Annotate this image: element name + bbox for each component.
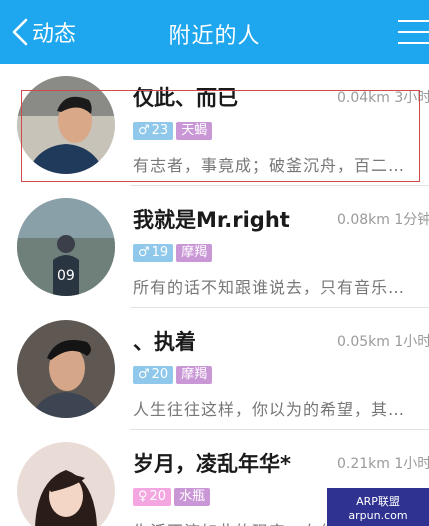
selection-highlight xyxy=(21,90,420,182)
distance-time: 0.08km 1分钟 xyxy=(337,212,429,228)
gender-age-badge: ♂ 19 xyxy=(133,244,174,262)
list-item[interactable]: 、执着 0.05km 1小时 ♂ 20 摩羯 人生往往这样，你以为的希望，其… xyxy=(0,308,429,430)
avatar xyxy=(17,442,115,526)
zodiac-badge: 摩羯 xyxy=(176,244,213,262)
female-icon: ♀ xyxy=(138,489,148,504)
gender-age-badge: ♀ 20 xyxy=(133,488,172,506)
age-label: 20 xyxy=(151,367,169,382)
distance-time: 0.05km 1小时 xyxy=(337,334,429,350)
page-title: 附近的人 xyxy=(168,24,261,49)
avatar: 09 xyxy=(17,198,115,296)
svg-text:09: 09 xyxy=(57,268,75,284)
menu-button[interactable] xyxy=(398,20,429,46)
zodiac-badge: 摩羯 xyxy=(176,366,213,384)
zodiac-badge: 水瓶 xyxy=(174,488,211,506)
top-navigation-bar: 动态 附近的人 xyxy=(0,0,429,64)
watermark: ARP联盟 arpun.com xyxy=(327,488,429,526)
person-bio: 人生往往这样，你以为的希望，其… xyxy=(133,400,406,419)
male-icon: ♂ xyxy=(138,245,150,260)
age-label: 20 xyxy=(149,489,167,504)
gender-age-badge: ♂ 20 xyxy=(133,366,174,384)
person-bio: 所有的话不知跟谁说去，只有音乐… xyxy=(133,278,406,297)
avatar xyxy=(17,320,115,418)
distance-time: 0.21km 1小时 xyxy=(337,456,429,472)
person-name: 岁月，凌乱年华* xyxy=(133,452,291,476)
hamburger-icon xyxy=(398,20,429,44)
person-name: 、执着 xyxy=(133,330,196,354)
age-label: 19 xyxy=(151,245,169,260)
person-name: 我就是Mr.right xyxy=(133,208,290,232)
male-icon: ♂ xyxy=(138,367,150,382)
list-item[interactable]: 09 我就是Mr.right 0.08km 1分钟 ♂ 19 摩羯 所有的话不知… xyxy=(0,186,429,308)
